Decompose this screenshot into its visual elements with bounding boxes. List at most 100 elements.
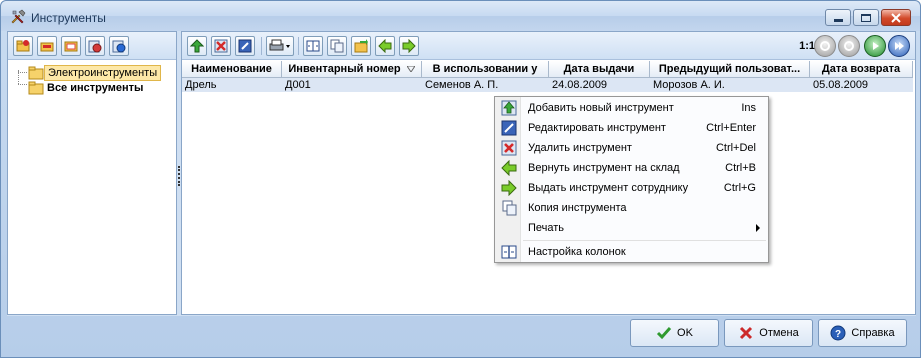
cancel-label: Отмена — [759, 327, 799, 339]
help-icon: ? — [830, 325, 846, 341]
ok-button[interactable]: OK — [630, 319, 719, 347]
nav-next-button[interactable] — [864, 35, 886, 57]
move-tool-button[interactable] — [351, 36, 371, 56]
zoom-ratio-label: 1:1 — [799, 40, 815, 52]
category-option-button[interactable] — [85, 36, 105, 56]
cell-in-use: Семенов А. П. — [425, 79, 499, 91]
category-tree: Электроинструменты Все инструменты — [8, 60, 176, 314]
column-header-issue-date[interactable]: Дата выдачи — [549, 61, 650, 78]
client-area: Электроинструменты Все инструменты 1:1 Н… — [7, 31, 916, 316]
menu-item-shortcut: Ctrl+Del — [715, 142, 756, 154]
menu-item-copy-tool[interactable]: Копия инструмента — [495, 198, 768, 218]
minimize-button[interactable] — [825, 9, 851, 26]
cell-inventory: Д001 — [285, 79, 311, 91]
help-label: Справка — [851, 327, 895, 339]
menu-item-delete-tool[interactable]: Удалить инструмент Ctrl+Del — [495, 138, 768, 158]
nav-prev-button[interactable] — [838, 35, 860, 57]
menu-item-edit-tool[interactable]: Редактировать инструмент Ctrl+Enter — [495, 118, 768, 138]
title-bar[interactable]: Инструменты — [1, 1, 920, 31]
circle-icon — [820, 41, 830, 51]
tree-item-power-tools[interactable]: Электроинструменты — [28, 65, 162, 81]
maximize-icon — [861, 13, 871, 22]
issue-tool-button[interactable] — [399, 36, 419, 56]
nav-last-button[interactable] — [888, 35, 910, 57]
edit-icon — [238, 39, 252, 53]
close-button[interactable] — [881, 9, 911, 26]
nav-first-button[interactable] — [814, 35, 836, 57]
category-refresh-button[interactable] — [109, 36, 129, 56]
play-icon — [873, 42, 879, 50]
menu-item-label: Выдать инструмент сотруднику — [528, 182, 689, 194]
delete-tool-button[interactable] — [211, 36, 231, 56]
delete-category-button[interactable] — [37, 36, 57, 56]
copy-tool-button[interactable] — [327, 36, 347, 56]
refresh-icon — [112, 40, 126, 53]
menu-item-print[interactable]: Печать — [495, 218, 768, 238]
menu-item-return-tool[interactable]: Вернуть инструмент на склад Ctrl+B — [495, 158, 768, 178]
edit-icon — [501, 120, 517, 136]
checkmark-icon — [656, 327, 672, 340]
circle-icon — [844, 41, 854, 51]
column-header-inventory[interactable]: Инвентарный номер — [282, 61, 422, 78]
close-icon — [891, 12, 901, 23]
context-menu: Добавить новый инструмент Ins Редактиров… — [494, 96, 769, 263]
columns-icon — [501, 245, 517, 259]
printer-icon — [269, 39, 290, 51]
menu-item-columns-setup[interactable]: Настройка колонок — [495, 242, 768, 262]
cell-previous-user: Морозов А. И. — [653, 79, 725, 91]
add-tool-button[interactable] — [187, 36, 207, 56]
menu-item-label: Удалить инструмент — [528, 142, 632, 154]
maximize-button[interactable] — [853, 9, 879, 26]
folder-edit-icon — [64, 41, 78, 52]
columns-icon — [306, 40, 320, 52]
folder-add-icon — [16, 40, 30, 52]
arrow-right-icon — [402, 39, 416, 53]
menu-item-label: Редактировать инструмент — [528, 122, 666, 134]
tree-item-label: Электроинструменты — [44, 65, 162, 81]
menu-item-label: Вернуть инструмент на склад — [528, 162, 680, 174]
cancel-button[interactable]: Отмена — [724, 319, 813, 347]
tree-item-all-tools[interactable]: Все инструменты — [28, 80, 146, 96]
edit-tool-button[interactable] — [235, 36, 255, 56]
columns-button[interactable] — [303, 36, 323, 56]
add-up-arrow-icon — [501, 100, 517, 116]
folder-icon — [28, 66, 44, 80]
settings-icon — [88, 40, 102, 53]
table-row[interactable]: Дрель Д001 Семенов А. П. 24.08.2009 Моро… — [182, 78, 913, 92]
return-tool-button[interactable] — [375, 36, 395, 56]
delete-icon — [214, 39, 228, 53]
column-header-return-date[interactable]: Дата возврата — [810, 61, 913, 78]
arrow-left-icon — [501, 160, 517, 176]
ok-label: OK — [677, 327, 693, 339]
cell-issue-date: 24.08.2009 — [552, 79, 608, 91]
add-up-arrow-icon — [190, 39, 204, 53]
column-header-previous-user[interactable]: Предыдущий пользоват... — [650, 61, 810, 78]
menu-item-label: Печать — [528, 222, 565, 234]
help-button[interactable]: ? Справка — [818, 319, 907, 347]
grid-header: Наименование Инвентарный номер В использ… — [182, 61, 913, 78]
submenu-arrow-icon — [756, 224, 760, 232]
menu-item-shortcut: Ctrl+G — [723, 182, 756, 194]
menu-item-shortcut: Ctrl+B — [725, 162, 756, 174]
arrow-left-icon — [378, 39, 392, 53]
cell-name: Дрель — [185, 79, 217, 91]
minimize-icon — [833, 19, 843, 22]
print-button[interactable] — [266, 36, 294, 56]
edit-category-button[interactable] — [61, 36, 81, 56]
sort-down-icon — [406, 66, 415, 72]
menu-item-add-tool[interactable]: Добавить новый инструмент Ins — [495, 98, 768, 118]
column-header-in-use[interactable]: В использовании у — [422, 61, 549, 78]
column-header-label: Инвентарный номер — [288, 63, 401, 75]
splitter-grip — [178, 166, 180, 186]
menu-item-issue-tool[interactable]: Выдать инструмент сотруднику Ctrl+G — [495, 178, 768, 198]
arrow-right-icon — [501, 180, 517, 196]
folder-icon — [28, 81, 44, 95]
tools-icon — [11, 9, 26, 24]
column-header-name[interactable]: Наименование — [182, 61, 282, 78]
menu-item-label: Копия инструмента — [528, 202, 627, 214]
cross-icon — [740, 326, 753, 340]
menu-item-shortcut: Ins — [741, 102, 756, 114]
menu-item-label: Настройка колонок — [528, 246, 626, 258]
add-category-button[interactable] — [13, 36, 33, 56]
tools-toolbar: 1:1 — [182, 32, 915, 60]
